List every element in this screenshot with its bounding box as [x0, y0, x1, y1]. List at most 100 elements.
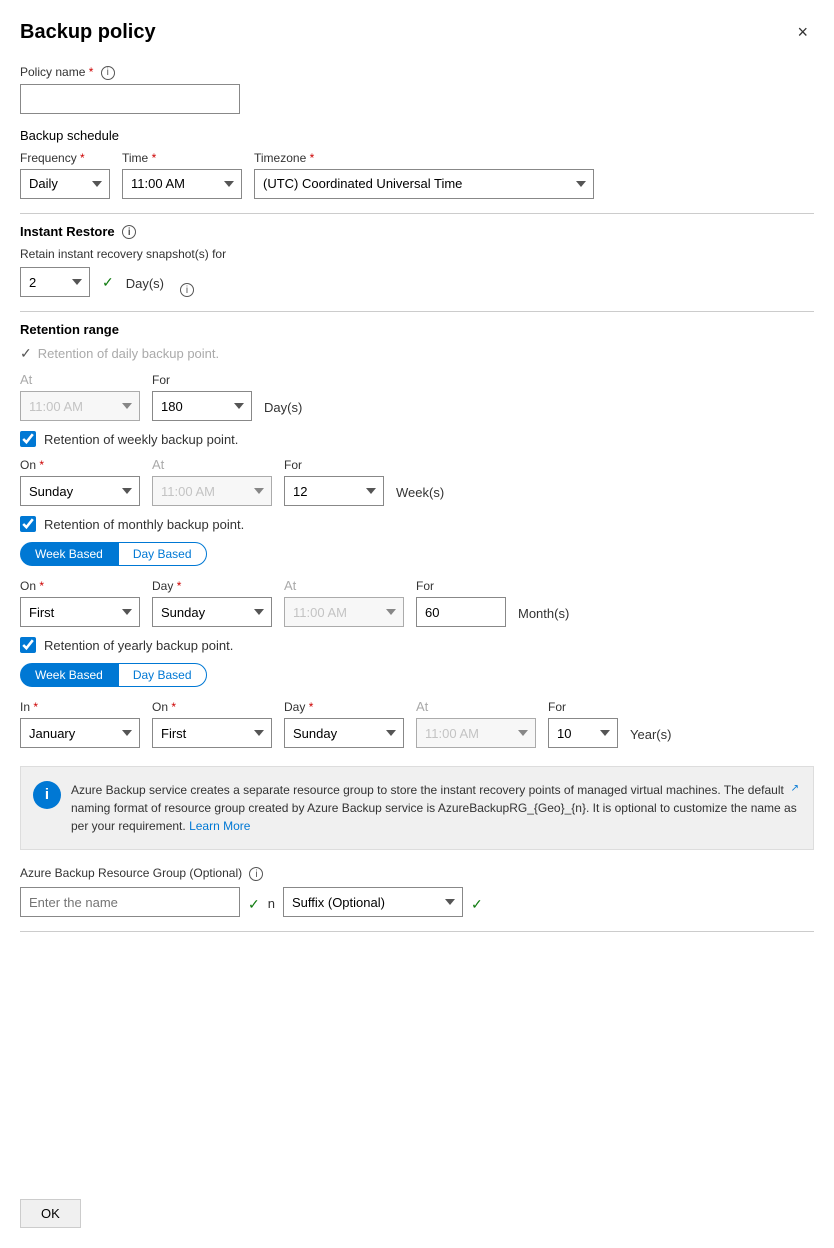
- daily-checkmark-icon: ✓: [20, 345, 32, 362]
- monthly-at-col: At 11:00 AM: [284, 578, 404, 627]
- resource-group-info-icon[interactable]: i: [249, 867, 263, 881]
- daily-unit: Day(s): [264, 400, 302, 421]
- monthly-checkbox[interactable]: [20, 516, 36, 532]
- snapshot-days-unit: Day(s): [126, 276, 164, 297]
- instant-restore-info-icon[interactable]: i: [122, 225, 136, 239]
- yearly-for-label: For: [548, 700, 618, 714]
- resource-group-row: ✓ n Suffix (Optional) ✓: [20, 887, 814, 917]
- info-banner-icon: i: [33, 781, 61, 809]
- weekly-on-col: On * SundayMondayTuesday WednesdayThursd…: [20, 458, 140, 506]
- yearly-at-label: At: [416, 699, 536, 714]
- monthly-for-col: For: [416, 579, 506, 627]
- timezone-label: Timezone *: [254, 151, 594, 165]
- monthly-day-label: Day *: [152, 579, 272, 593]
- policy-name-group: Policy name * i: [20, 65, 814, 114]
- yearly-in-select[interactable]: JanuaryFebruaryMarchApril MayJuneJulyAug…: [20, 718, 140, 748]
- monthly-on-label: On *: [20, 579, 140, 593]
- yearly-day-based-btn[interactable]: Day Based: [118, 663, 207, 687]
- panel-header: Backup policy ×: [20, 20, 814, 45]
- backup-schedule-label: Backup schedule: [20, 128, 814, 143]
- divider-1: [20, 213, 814, 214]
- resource-name-input[interactable]: [20, 887, 240, 917]
- time-label: Time *: [122, 151, 242, 165]
- divider-2: [20, 311, 814, 312]
- weekly-fields-row: On * SundayMondayTuesday WednesdayThursd…: [20, 457, 814, 506]
- name-checkmark-icon: ✓: [248, 896, 260, 917]
- monthly-unit: Month(s): [518, 606, 569, 627]
- retain-snapshot-row: 1 2 3 4 5 ✓ Day(s) i: [20, 267, 814, 297]
- daily-for-col: For 180 365: [152, 373, 252, 421]
- timezone-select[interactable]: (UTC) Coordinated Universal Time: [254, 169, 594, 199]
- daily-checkmark-row: ✓ Retention of daily backup point.: [20, 345, 814, 362]
- monthly-checkbox-row: Retention of monthly backup point.: [20, 516, 814, 532]
- learn-more-link[interactable]: Learn More: [189, 819, 250, 833]
- monthly-day-select[interactable]: SundayMondayTuesday WednesdayThursdayFri…: [152, 597, 272, 627]
- days-info-icon[interactable]: i: [180, 283, 194, 297]
- yearly-week-based-btn[interactable]: Week Based: [20, 663, 118, 687]
- monthly-toggle-group: Week Based Day Based: [20, 542, 814, 566]
- daily-at-col: At 11:00 AM: [20, 372, 140, 421]
- weekly-unit: Week(s): [396, 485, 444, 506]
- monthly-for-input[interactable]: [416, 597, 506, 627]
- yearly-checkbox-row: Retention of yearly backup point.: [20, 637, 814, 653]
- snapshot-days-select[interactable]: 1 2 3 4 5: [20, 267, 90, 297]
- policy-name-input[interactable]: [20, 84, 240, 114]
- frequency-label: Frequency *: [20, 151, 110, 165]
- weekly-at-select: 11:00 AM: [152, 476, 272, 506]
- resource-group-section: Azure Backup Resource Group (Optional) i…: [20, 866, 814, 917]
- daily-for-select[interactable]: 180 365: [152, 391, 252, 421]
- frequency-select[interactable]: Daily Weekly: [20, 169, 110, 199]
- monthly-at-label: At: [284, 578, 404, 593]
- yearly-on-col: On * FirstSecondThirdFourthLast: [152, 700, 272, 748]
- time-select[interactable]: 11:00 AM: [122, 169, 242, 199]
- weekly-for-label: For: [284, 458, 384, 472]
- weekly-on-select[interactable]: SundayMondayTuesday WednesdayThursdayFri…: [20, 476, 140, 506]
- yearly-for-select[interactable]: 1020: [548, 718, 618, 748]
- retention-range-group: Retention range ✓ Retention of daily bac…: [20, 322, 814, 748]
- yearly-checkbox[interactable]: [20, 637, 36, 653]
- backup-policy-panel: Backup policy × Policy name * i Backup s…: [0, 0, 834, 1248]
- backup-schedule-row: Frequency * Daily Weekly Time * 11:00 AM: [20, 151, 814, 199]
- backup-schedule-group: Backup schedule Frequency * Daily Weekly…: [20, 128, 814, 199]
- n-separator: n: [268, 896, 275, 917]
- daily-at-label: At: [20, 372, 140, 387]
- monthly-at-select: 11:00 AM: [284, 597, 404, 627]
- daily-fields-row: At 11:00 AM For 180 365 Day(s): [20, 372, 814, 421]
- weekly-check-label: Retention of weekly backup point.: [44, 432, 238, 447]
- weekly-on-label: On *: [20, 458, 140, 472]
- close-button[interactable]: ×: [791, 20, 814, 45]
- ok-button[interactable]: OK: [20, 1199, 81, 1228]
- weekly-at-label: At: [152, 457, 272, 472]
- monthly-week-based-btn[interactable]: Week Based: [20, 542, 118, 566]
- suffix-checkmark-icon: ✓: [471, 896, 483, 917]
- daily-check-label: Retention of daily backup point.: [38, 346, 219, 361]
- info-banner-text: Azure Backup service creates a separate …: [71, 783, 797, 833]
- required-star: *: [89, 65, 94, 79]
- yearly-toggle-group: Week Based Day Based: [20, 663, 814, 687]
- monthly-day-based-btn[interactable]: Day Based: [118, 542, 207, 566]
- policy-name-label: Policy name * i: [20, 65, 814, 80]
- weekly-checkbox[interactable]: [20, 431, 36, 447]
- yearly-day-label: Day *: [284, 700, 404, 714]
- yearly-check-label: Retention of yearly backup point.: [44, 638, 233, 653]
- suffix-select[interactable]: Suffix (Optional): [283, 887, 463, 917]
- retention-range-label: Retention range: [20, 322, 814, 337]
- instant-restore-group: Instant Restore i Retain instant recover…: [20, 224, 814, 298]
- monthly-day-col: Day * SundayMondayTuesday WednesdayThurs…: [152, 579, 272, 627]
- monthly-fields-row: On * FirstSecondThirdFourthLast Day * Su…: [20, 578, 814, 627]
- retain-snapshot-label: Retain instant recovery snapshot(s) for: [20, 247, 814, 261]
- weekly-checkbox-row: Retention of weekly backup point.: [20, 431, 814, 447]
- yearly-at-select: 11:00 AM: [416, 718, 536, 748]
- frequency-col: Frequency * Daily Weekly: [20, 151, 110, 199]
- yearly-day-select[interactable]: SundayMondayTuesday WednesdayThursdayFri…: [284, 718, 404, 748]
- monthly-on-select[interactable]: FirstSecondThirdFourthLast: [20, 597, 140, 627]
- yearly-for-col: For 1020: [548, 700, 618, 748]
- weekly-for-select[interactable]: 122452: [284, 476, 384, 506]
- external-link-icon: ↗: [791, 781, 799, 796]
- policy-name-info-icon[interactable]: i: [101, 66, 115, 80]
- weekly-at-col: At 11:00 AM: [152, 457, 272, 506]
- weekly-for-col: For 122452: [284, 458, 384, 506]
- timezone-col: Timezone * (UTC) Coordinated Universal T…: [254, 151, 594, 199]
- yearly-on-select[interactable]: FirstSecondThirdFourthLast: [152, 718, 272, 748]
- yearly-on-label: On *: [152, 700, 272, 714]
